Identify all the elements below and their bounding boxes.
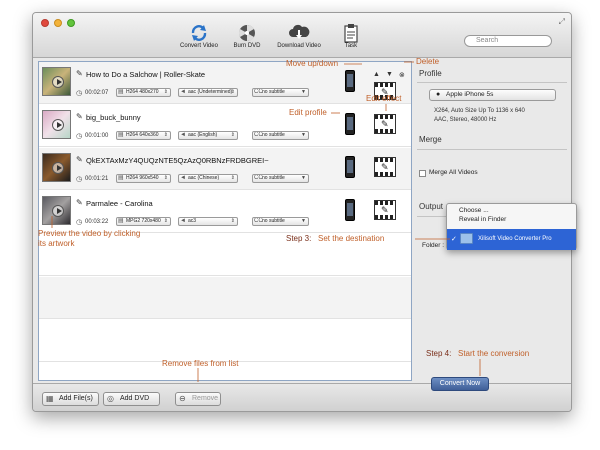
annotation-lines: [51, 61, 481, 382]
